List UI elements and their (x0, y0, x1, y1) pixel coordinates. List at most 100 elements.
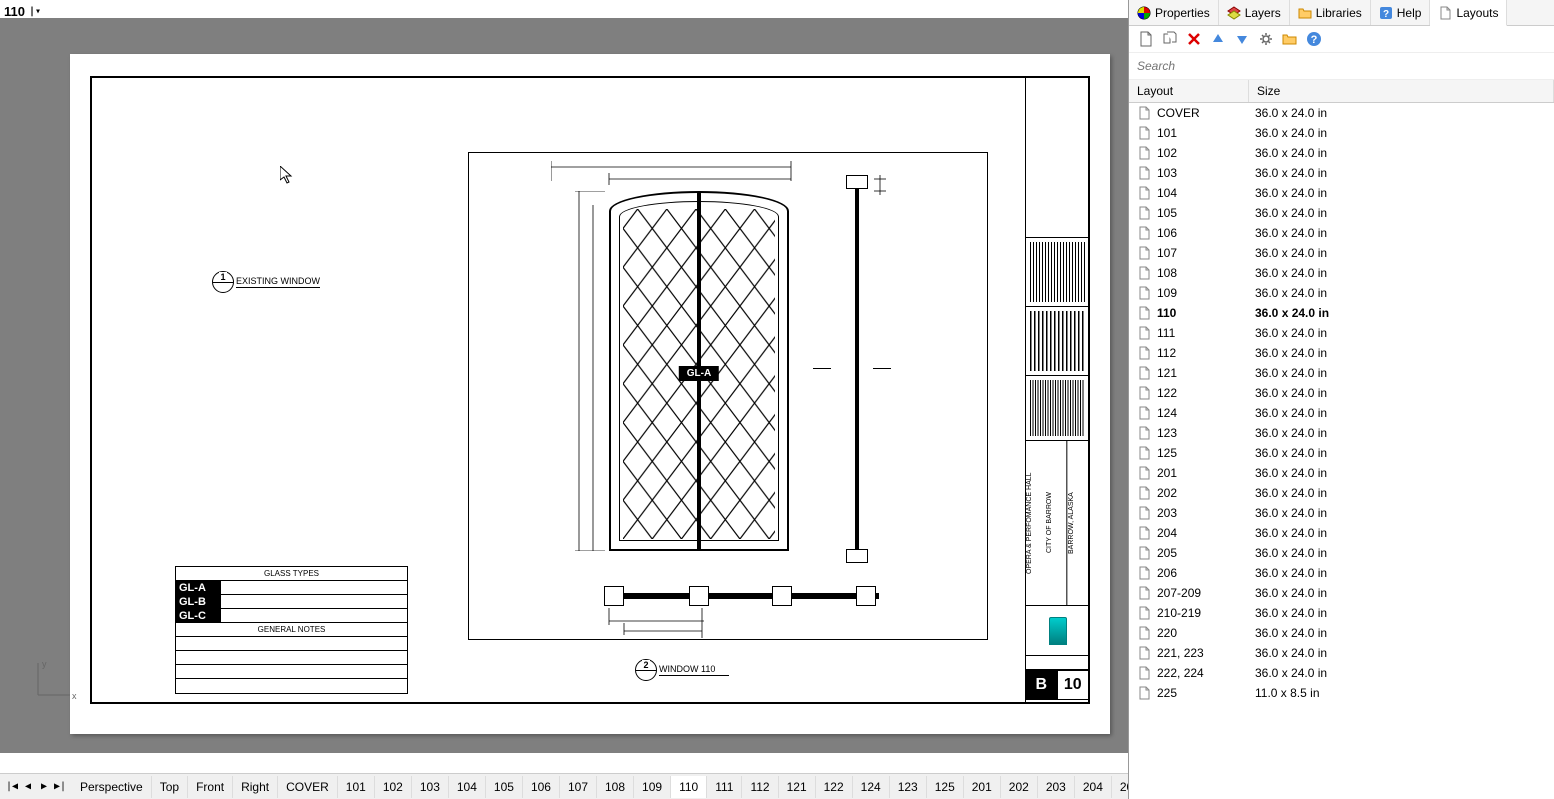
viewport-tab[interactable]: 111 (707, 776, 742, 798)
column-layout[interactable]: Layout (1129, 80, 1249, 102)
move-up-button[interactable] (1209, 30, 1227, 48)
layout-row[interactable]: 10636.0 x 24.0 in (1129, 223, 1554, 243)
file-icon (1137, 666, 1151, 680)
new-layout-button[interactable] (1137, 30, 1155, 48)
viewport-tab[interactable]: 107 (560, 776, 597, 798)
copy-layout-button[interactable] (1161, 30, 1179, 48)
layout-name: 207-209 (1157, 586, 1255, 600)
layout-size: 36.0 x 24.0 in (1255, 606, 1546, 620)
tab-last-button[interactable]: ▶| (52, 779, 68, 795)
viewport-tab[interactable]: 105 (486, 776, 523, 798)
viewport-tab[interactable]: 112 (742, 776, 778, 798)
layouts-panel: Properties Layers Libraries ? Help Layou… (1128, 0, 1554, 799)
viewport-tab[interactable]: 109 (634, 776, 671, 798)
search-input[interactable] (1137, 55, 1546, 77)
tab-layouts[interactable]: Layouts (1430, 0, 1507, 26)
layout-row[interactable]: 11036.0 x 24.0 in (1129, 303, 1554, 323)
layout-row[interactable]: 12436.0 x 24.0 in (1129, 403, 1554, 423)
viewport-tab[interactable]: 124 (853, 776, 890, 798)
layout-row[interactable]: COVER36.0 x 24.0 in (1129, 103, 1554, 123)
column-size[interactable]: Size (1249, 80, 1554, 102)
layout-row[interactable]: 22036.0 x 24.0 in (1129, 623, 1554, 643)
layout-row[interactable]: 10936.0 x 24.0 in (1129, 283, 1554, 303)
layout-row[interactable]: 221, 22336.0 x 24.0 in (1129, 643, 1554, 663)
layout-row[interactable]: 10336.0 x 24.0 in (1129, 163, 1554, 183)
tab-libraries[interactable]: Libraries (1290, 0, 1371, 25)
layout-row[interactable]: 12536.0 x 24.0 in (1129, 443, 1554, 463)
viewport-tab[interactable]: 102 (375, 776, 412, 798)
tab-layers[interactable]: Layers (1219, 0, 1290, 25)
layout-row[interactable]: 22511.0 x 8.5 in (1129, 683, 1554, 703)
viewport-tab[interactable]: Front (188, 776, 233, 798)
tab-properties[interactable]: Properties (1129, 0, 1219, 25)
viewport-tab[interactable]: 110 (671, 776, 707, 798)
file-icon (1137, 246, 1151, 260)
layout-row[interactable]: 20536.0 x 24.0 in (1129, 543, 1554, 563)
help-button[interactable]: ? (1305, 30, 1323, 48)
layout-row[interactable]: 210-21936.0 x 24.0 in (1129, 603, 1554, 623)
layout-row[interactable]: 10836.0 x 24.0 in (1129, 263, 1554, 283)
viewport-tab[interactable]: 204 (1075, 776, 1112, 798)
layout-row[interactable]: 10536.0 x 24.0 in (1129, 203, 1554, 223)
viewport-tab[interactable]: 125 (927, 776, 964, 798)
glass-types-table: GLASS TYPES GL-A GL-B GL-C GENERAL NOTES (175, 566, 408, 694)
layout-size: 36.0 x 24.0 in (1255, 406, 1546, 420)
layout-row[interactable]: 10236.0 x 24.0 in (1129, 143, 1554, 163)
layout-name: 204 (1157, 526, 1255, 540)
layout-size: 11.0 x 8.5 in (1255, 686, 1546, 700)
tab-label: Layers (1245, 6, 1281, 20)
layout-row[interactable]: 11136.0 x 24.0 in (1129, 323, 1554, 343)
viewport-tab[interactable]: 203 (1038, 776, 1075, 798)
layout-list[interactable]: COVER36.0 x 24.0 in10136.0 x 24.0 in1023… (1129, 103, 1554, 799)
layout-row[interactable]: 10736.0 x 24.0 in (1129, 243, 1554, 263)
layout-row[interactable]: 20236.0 x 24.0 in (1129, 483, 1554, 503)
layout-name: 221, 223 (1157, 646, 1255, 660)
viewport-tab[interactable]: Perspective (72, 776, 152, 798)
settings-button[interactable] (1257, 30, 1275, 48)
viewport-tab[interactable]: Top (152, 776, 188, 798)
layout-row[interactable]: 12336.0 x 24.0 in (1129, 423, 1554, 443)
viewport-tab[interactable]: 123 (890, 776, 927, 798)
viewport-tab[interactable]: 121 (779, 776, 816, 798)
viewport-tab[interactable]: 101 (338, 776, 375, 798)
delete-button[interactable] (1185, 30, 1203, 48)
viewport-tab[interactable]: 202 (1001, 776, 1038, 798)
viewport-tab[interactable]: 108 (597, 776, 634, 798)
layout-row[interactable]: 10136.0 x 24.0 in (1129, 123, 1554, 143)
layout-row[interactable]: 12236.0 x 24.0 in (1129, 383, 1554, 403)
file-icon (1137, 326, 1151, 340)
viewport-tab[interactable]: Right (233, 776, 278, 798)
tab-first-button[interactable]: |◀ (4, 779, 20, 795)
layout-row[interactable]: 20336.0 x 24.0 in (1129, 503, 1554, 523)
tab-next-button[interactable]: ▶ (36, 779, 52, 795)
layout-name: 110 (1157, 306, 1255, 320)
move-down-button[interactable] (1233, 30, 1251, 48)
detail-viewport[interactable]: GL-A (468, 152, 988, 640)
dropdown-icon[interactable]: |▾ (29, 6, 41, 17)
layout-row[interactable]: 11236.0 x 24.0 in (1129, 343, 1554, 363)
viewport-tab[interactable]: 104 (449, 776, 486, 798)
viewport-tab[interactable]: 201 (964, 776, 1001, 798)
layout-row[interactable]: 12136.0 x 24.0 in (1129, 363, 1554, 383)
viewport-tab[interactable]: 122 (816, 776, 853, 798)
layout-row[interactable]: 222, 22436.0 x 24.0 in (1129, 663, 1554, 683)
tab-help[interactable]: ? Help (1371, 0, 1431, 25)
viewport-tab[interactable]: 106 (523, 776, 560, 798)
window-section (846, 175, 868, 573)
layout-name: 206 (1157, 566, 1255, 580)
canvas-viewport[interactable]: 1 EXISTING WINDOW GLASS TYPES GL-A GL-B … (0, 18, 1128, 753)
layout-name: 109 (1157, 286, 1255, 300)
open-folder-button[interactable] (1281, 30, 1299, 48)
viewport-tab[interactable]: COVER (278, 776, 338, 798)
layout-row[interactable]: 20436.0 x 24.0 in (1129, 523, 1554, 543)
layout-row[interactable]: 207-20936.0 x 24.0 in (1129, 583, 1554, 603)
layout-row[interactable]: 10436.0 x 24.0 in (1129, 183, 1554, 203)
layout-size: 36.0 x 24.0 in (1255, 266, 1546, 280)
tab-prev-button[interactable]: ◀ (20, 779, 36, 795)
detail-bubble-icon: 1 (212, 271, 234, 293)
viewport-tab[interactable]: 103 (412, 776, 449, 798)
layout-row[interactable]: 20136.0 x 24.0 in (1129, 463, 1554, 483)
layout-row[interactable]: 20636.0 x 24.0 in (1129, 563, 1554, 583)
panel-toolbar: ? (1129, 26, 1554, 53)
window-plan-section (554, 583, 894, 613)
